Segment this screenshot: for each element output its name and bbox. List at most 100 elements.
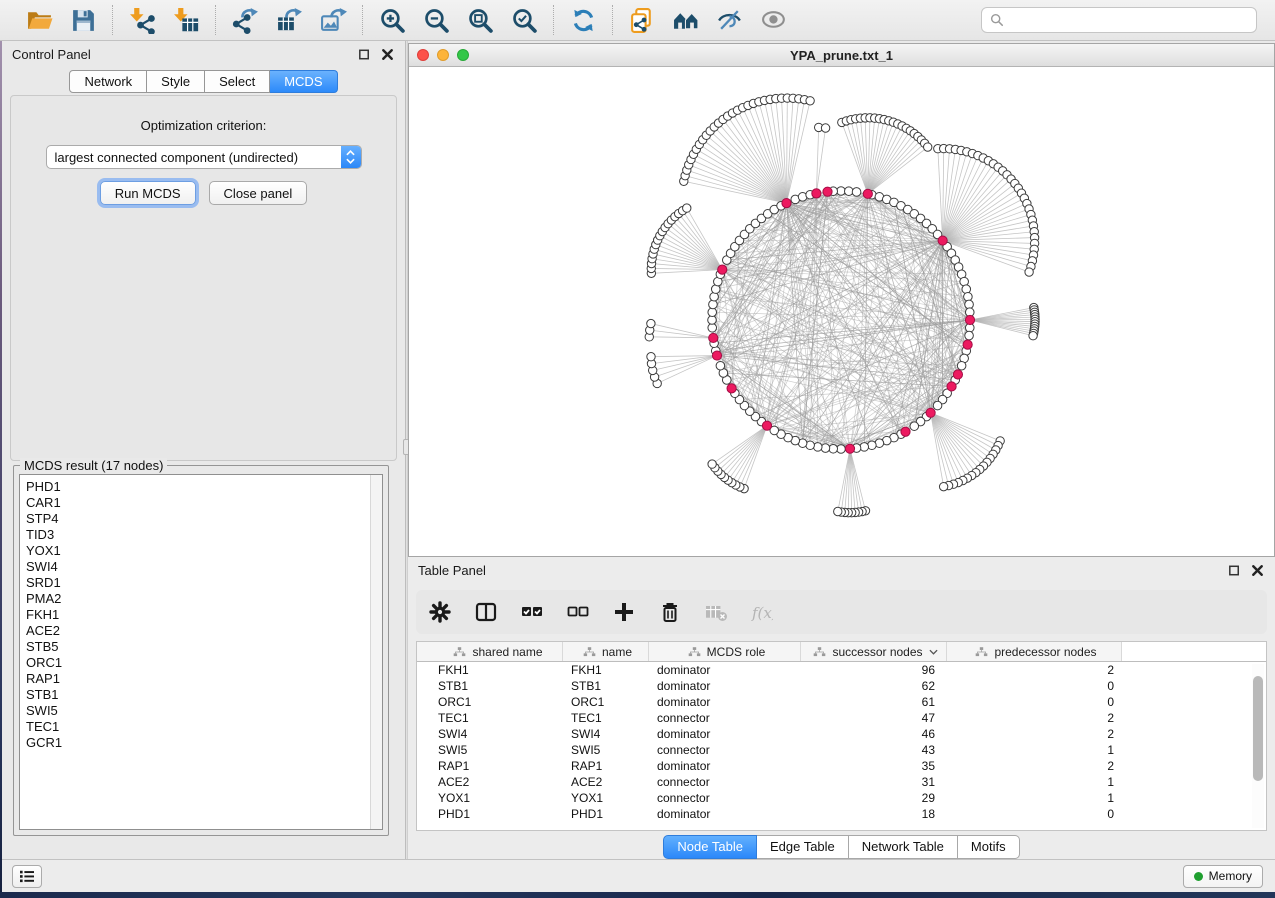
mcds-hub-node[interactable] bbox=[963, 340, 972, 349]
memory-button[interactable]: Memory bbox=[1183, 865, 1263, 888]
mcds-result-item[interactable]: PHD1 bbox=[26, 479, 370, 495]
search-input[interactable] bbox=[1010, 13, 1248, 28]
ring-node[interactable] bbox=[965, 331, 974, 340]
export-network-icon[interactable] bbox=[228, 5, 262, 35]
mcds-hub-node[interactable] bbox=[947, 382, 956, 391]
table-row[interactable]: STB1STB1dominator620 bbox=[417, 678, 1266, 694]
mcds-result-item[interactable]: GCR1 bbox=[26, 735, 370, 751]
ring-node[interactable] bbox=[821, 444, 830, 453]
zoom-selected-icon[interactable] bbox=[507, 5, 541, 35]
optimization-criterion-select[interactable]: largest connected component (undirected) bbox=[46, 145, 362, 169]
ring-node[interactable] bbox=[957, 361, 966, 370]
ring-node[interactable] bbox=[844, 187, 853, 196]
tab-network-table[interactable]: Network Table bbox=[849, 835, 958, 859]
ring-node[interactable] bbox=[965, 300, 974, 309]
network-overview-icon[interactable] bbox=[669, 5, 703, 35]
leaf-node[interactable] bbox=[708, 460, 716, 468]
mcds-result-item[interactable]: YOX1 bbox=[26, 543, 370, 559]
tab-node-table[interactable]: Node Table bbox=[663, 835, 757, 859]
ring-node[interactable] bbox=[964, 292, 973, 301]
mcds-hub-node[interactable] bbox=[812, 189, 821, 198]
open-file-icon[interactable] bbox=[22, 5, 56, 35]
window-minimize-icon[interactable] bbox=[437, 49, 449, 61]
mcds-hub-node[interactable] bbox=[823, 187, 832, 196]
zoom-fit-icon[interactable] bbox=[463, 5, 497, 35]
run-mcds-button[interactable]: Run MCDS bbox=[100, 181, 196, 205]
leaf-node[interactable] bbox=[939, 482, 947, 490]
float-icon[interactable] bbox=[357, 47, 372, 62]
ring-node[interactable] bbox=[710, 292, 719, 301]
mcds-result-item[interactable]: ORC1 bbox=[26, 655, 370, 671]
mcds-hub-node[interactable] bbox=[953, 370, 962, 379]
leaf-node[interactable] bbox=[924, 143, 932, 151]
task-history-button[interactable] bbox=[12, 865, 42, 888]
column-header-predecessor-nodes[interactable]: predecessor nodes bbox=[947, 642, 1122, 661]
table-row[interactable]: RAP1RAP1dominator352 bbox=[417, 758, 1266, 774]
export-image-icon[interactable] bbox=[316, 5, 350, 35]
window-close-icon[interactable] bbox=[417, 49, 429, 61]
mcds-result-item[interactable]: SRD1 bbox=[26, 575, 370, 591]
leaf-node[interactable] bbox=[1029, 332, 1037, 340]
mcds-result-item[interactable]: ACE2 bbox=[26, 623, 370, 639]
table-row[interactable]: ORC1ORC1dominator610 bbox=[417, 694, 1266, 710]
mcds-result-item[interactable]: STP4 bbox=[26, 511, 370, 527]
delete-columns-icon[interactable] bbox=[656, 598, 684, 626]
ring-node[interactable] bbox=[933, 401, 942, 410]
mcds-hub-node[interactable] bbox=[727, 384, 736, 393]
leaf-node[interactable] bbox=[683, 204, 691, 212]
tab-style[interactable]: Style bbox=[147, 70, 205, 93]
mcds-hub-node[interactable] bbox=[709, 333, 718, 342]
ring-node[interactable] bbox=[813, 443, 822, 452]
mcds-hub-node[interactable] bbox=[965, 315, 974, 324]
mcds-hub-node[interactable] bbox=[712, 351, 721, 360]
mcds-hub-node[interactable] bbox=[782, 198, 791, 207]
network-canvas[interactable] bbox=[409, 67, 1274, 556]
tab-network[interactable]: Network bbox=[69, 70, 147, 93]
clone-network-icon[interactable] bbox=[625, 5, 659, 35]
ring-node[interactable] bbox=[708, 308, 717, 317]
ring-node[interactable] bbox=[860, 443, 869, 452]
leaf-node[interactable] bbox=[1025, 268, 1033, 276]
import-network-icon[interactable] bbox=[125, 5, 159, 35]
table-row[interactable]: ACE2ACE2connector311 bbox=[417, 774, 1266, 790]
mcds-result-item[interactable]: STB1 bbox=[26, 687, 370, 703]
table-scrollbar-thumb[interactable] bbox=[1253, 676, 1263, 781]
column-header-name[interactable]: name bbox=[563, 642, 649, 661]
save-session-icon[interactable] bbox=[66, 5, 100, 35]
mcds-list-scrollbar[interactable] bbox=[370, 475, 382, 829]
column-header-successor-nodes[interactable]: successor nodes bbox=[801, 642, 947, 661]
zoom-out-icon[interactable] bbox=[419, 5, 453, 35]
leaf-node[interactable] bbox=[806, 97, 814, 105]
search-box[interactable] bbox=[981, 7, 1257, 33]
add-column-icon[interactable] bbox=[610, 598, 638, 626]
ring-node[interactable] bbox=[709, 300, 718, 309]
table-row[interactable]: FKH1FKH1dominator962 bbox=[417, 662, 1266, 678]
mcds-hub-node[interactable] bbox=[718, 265, 727, 274]
ring-node[interactable] bbox=[829, 444, 838, 453]
zoom-in-icon[interactable] bbox=[375, 5, 409, 35]
show-graphics-details-icon[interactable] bbox=[757, 5, 791, 35]
table-scrollbar[interactable] bbox=[1252, 664, 1264, 828]
mcds-result-item[interactable]: SWI5 bbox=[26, 703, 370, 719]
ring-node[interactable] bbox=[962, 285, 971, 294]
ring-node[interactable] bbox=[868, 441, 877, 450]
leaf-node[interactable] bbox=[821, 124, 829, 132]
tab-motifs[interactable]: Motifs bbox=[958, 835, 1020, 859]
mcds-result-item[interactable]: TEC1 bbox=[26, 719, 370, 735]
close-panel-button[interactable]: Close panel bbox=[209, 181, 308, 205]
mcds-result-item[interactable]: CAR1 bbox=[26, 495, 370, 511]
window-maximize-icon[interactable] bbox=[457, 49, 469, 61]
float-icon[interactable] bbox=[1227, 563, 1242, 578]
ring-node[interactable] bbox=[716, 361, 725, 370]
select-all-rows-icon[interactable] bbox=[518, 598, 546, 626]
mcds-result-item[interactable]: STB5 bbox=[26, 639, 370, 655]
settings-gear-icon[interactable] bbox=[426, 598, 454, 626]
ring-node[interactable] bbox=[852, 188, 861, 197]
mcds-result-item[interactable]: RAP1 bbox=[26, 671, 370, 687]
tab-select[interactable]: Select bbox=[205, 70, 270, 93]
mcds-result-item[interactable]: FKH1 bbox=[26, 607, 370, 623]
split-columns-icon[interactable] bbox=[472, 598, 500, 626]
mcds-result-item[interactable]: TID3 bbox=[26, 527, 370, 543]
table-row[interactable]: TEC1TEC1connector472 bbox=[417, 710, 1266, 726]
mcds-result-list[interactable]: PHD1CAR1STP4TID3YOX1SWI4SRD1PMA2FKH1ACE2… bbox=[19, 474, 383, 830]
